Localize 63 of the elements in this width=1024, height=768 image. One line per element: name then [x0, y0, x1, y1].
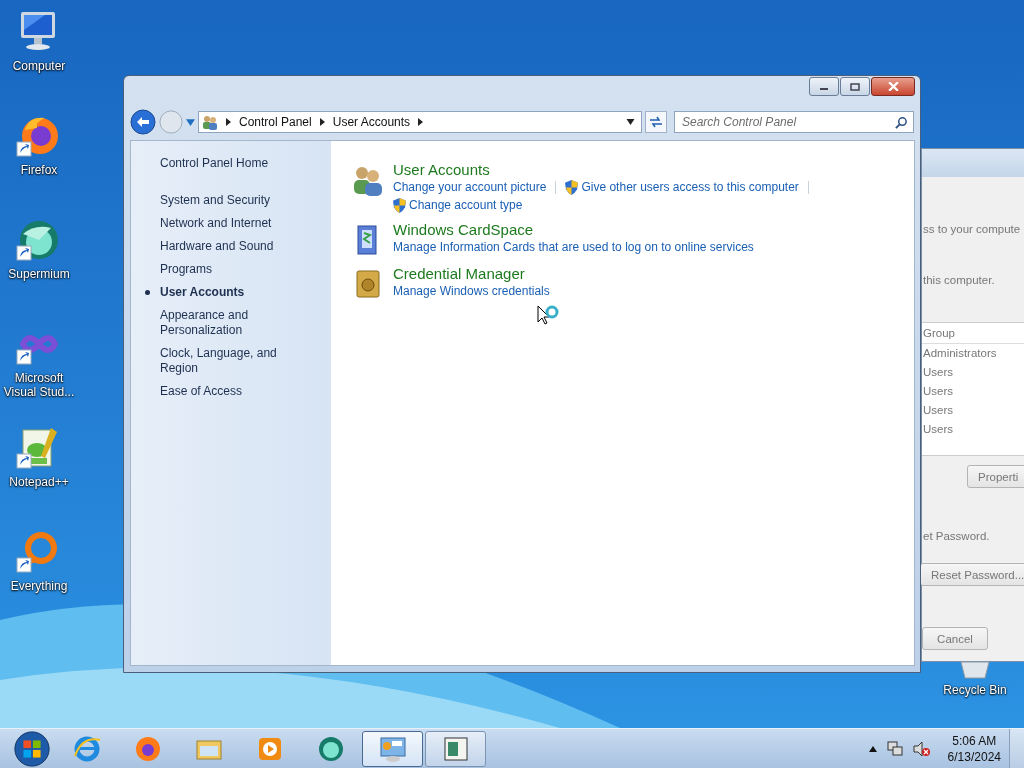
- taskbar-button[interactable]: [362, 730, 423, 767]
- icon-label[interactable]: Everything: [0, 579, 78, 593]
- minimize-button[interactable]: [809, 77, 839, 96]
- dropdown-icon[interactable]: [626, 119, 635, 125]
- dialog-text: ss to your compute: [923, 223, 1021, 235]
- icon-label[interactable]: Supermium: [0, 267, 78, 281]
- icon-label[interactable]: Microsoft Visual Stud...: [0, 371, 78, 399]
- category-title[interactable]: Windows CardSpace: [393, 221, 754, 239]
- sidebar-item[interactable]: Hardware and Sound: [160, 235, 316, 258]
- caret-icon[interactable]: [186, 118, 195, 126]
- cancel-button[interactable]: Cancel: [922, 627, 988, 650]
- close-button[interactable]: [871, 77, 915, 96]
- network-icon[interactable]: [886, 740, 903, 757]
- search-field[interactable]: Search Control Panel: [674, 111, 914, 133]
- chevron-icon[interactable]: [226, 118, 231, 126]
- dialog-text: this computer.: [923, 274, 995, 286]
- sidebar-item[interactable]: Appearance and Personalization: [160, 304, 316, 342]
- task-link[interactable]: Manage Windows credentials: [393, 283, 550, 299]
- show-hidden-icons-button[interactable]: [868, 745, 877, 752]
- category-title[interactable]: User Accounts: [393, 161, 863, 179]
- sidebar-item[interactable]: Ease of Access: [160, 380, 316, 403]
- icon-label[interactable]: Notepad++: [0, 475, 78, 489]
- table-cell-text: Users: [922, 384, 955, 399]
- breadcrumb-item[interactable]: User Accounts: [332, 115, 411, 129]
- table-cell-text: Users: [922, 365, 955, 380]
- bullet-icon: [145, 290, 150, 295]
- task-link[interactable]: Change account type: [409, 197, 523, 213]
- dialog-text: et Password.: [923, 530, 990, 542]
- close-icon: [887, 82, 899, 91]
- chevron-icon[interactable]: [319, 118, 325, 126]
- clock-time[interactable]: 5:06 AM: [952, 732, 997, 749]
- properties-button[interactable]: Properti: [967, 465, 1024, 488]
- users-icon: [202, 114, 218, 130]
- sidebar-link[interactable]: Control Panel Home: [160, 156, 316, 175]
- category-title[interactable]: Credential Manager: [393, 265, 550, 283]
- reset-password-button[interactable]: Reset Password...: [920, 563, 1024, 586]
- back-button[interactable]: [130, 109, 156, 135]
- maximize-button[interactable]: [840, 77, 870, 96]
- icon-label[interactable]: Recycle Bin: [936, 683, 1014, 697]
- column-header[interactable]: Group: [922, 323, 1024, 344]
- task-link[interactable]: Change your account picture: [393, 179, 547, 195]
- sidebar-item[interactable]: User Accounts: [160, 281, 316, 304]
- sidebar-item[interactable]: Clock, Language, and Region: [160, 342, 316, 380]
- taskbar-button[interactable]: [425, 730, 486, 767]
- refresh-button[interactable]: [645, 111, 667, 133]
- task-link[interactable]: Give other users access to this computer: [581, 179, 799, 195]
- maximize-icon: [850, 82, 860, 91]
- task-link[interactable]: Manage Information Cards that are used to log on to online services: [393, 239, 754, 255]
- chevron-icon[interactable]: [418, 118, 424, 126]
- clock-date[interactable]: 6/13/2024: [947, 748, 1001, 765]
- muted-speaker-icon[interactable]: [912, 740, 931, 757]
- table-cell-text: Users: [922, 422, 955, 437]
- search-icon: [895, 116, 908, 129]
- breadcrumb-item[interactable]: Control Panel: [239, 115, 312, 129]
- table-cell-text: Administrators: [922, 346, 998, 361]
- address-bar[interactable]: Control Panel User Accounts: [198, 111, 642, 133]
- sidebar-item[interactable]: Network and Internet: [160, 212, 316, 235]
- icon-label[interactable]: Firefox: [0, 163, 78, 177]
- table-cell-text: Users: [922, 403, 955, 418]
- icon-label[interactable]: Computer: [0, 59, 78, 73]
- start-button[interactable]: [13, 729, 51, 768]
- sidebar-item[interactable]: System and Security: [160, 189, 316, 212]
- sidebar-item[interactable]: Programs: [160, 258, 316, 281]
